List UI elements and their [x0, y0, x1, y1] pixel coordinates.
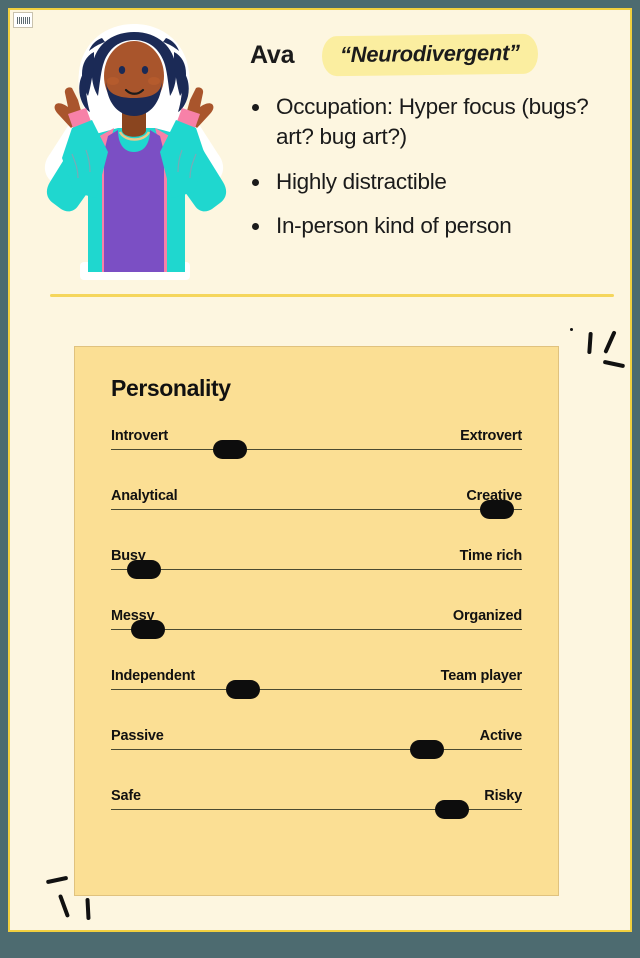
name-row: Ava “Neurodivergent” — [250, 33, 539, 77]
persona-name: Ava — [250, 40, 295, 69]
slider-labels: Independent Team player — [111, 668, 522, 689]
slider-right-label: Active — [479, 728, 523, 744]
card-title: Personality — [111, 375, 231, 401]
slider-thumb[interactable] — [410, 740, 445, 759]
slider-labels: Busy Time rich — [111, 548, 522, 569]
slider-messy-organized[interactable]: Messy Organized — [111, 608, 522, 668]
slider-track[interactable] — [111, 800, 522, 819]
slider-thumb[interactable] — [435, 800, 470, 819]
slider-labels: Analytical Creative — [111, 488, 522, 509]
slider-analytical-creative[interactable]: Analytical Creative — [111, 488, 522, 548]
slider-left-label: Introvert — [111, 428, 169, 444]
slider-labels: Introvert Extrovert — [111, 428, 522, 449]
slider-right-label: Team player — [440, 668, 523, 684]
slider-right-label: Extrovert — [460, 428, 522, 444]
slider-track[interactable] — [111, 740, 522, 759]
slider-labels: Messy Organized — [111, 608, 522, 629]
stamp-bars-icon — [16, 16, 30, 24]
persona-header: Ava “Neurodivergent” Occupation: Hyper f… — [10, 10, 630, 292]
slider-track[interactable] — [111, 680, 522, 699]
slider-thumb[interactable] — [480, 500, 515, 519]
slider-track[interactable] — [111, 440, 522, 459]
personality-card: Personality Introvert Extrovert Analytic… — [74, 346, 559, 896]
slider-thumb[interactable] — [126, 560, 161, 579]
slider-left-label: Safe — [111, 788, 141, 804]
slider-labels: Passive Active — [111, 728, 522, 749]
slider-left-label: Analytical — [111, 488, 178, 504]
avatar — [42, 18, 227, 283]
trait-item: Highly distractible — [246, 167, 618, 197]
sparkle-decoration-top-right — [550, 322, 626, 377]
slider-right-label: Risky — [484, 788, 522, 804]
slider-busy-time-rich[interactable]: Busy Time rich — [111, 548, 522, 608]
slider-left-label: Independent — [111, 668, 195, 684]
slider-right-label: Organized — [452, 608, 522, 624]
slider-track[interactable] — [111, 560, 522, 579]
trait-list: Occupation: Hyper focus (bugs? art? bug … — [246, 92, 618, 256]
slider-thumb[interactable] — [130, 620, 165, 639]
slider-thumb[interactable] — [213, 440, 248, 459]
slider-safe-risky[interactable]: Safe Risky — [111, 788, 522, 848]
slider-introvert-extrovert[interactable]: Introvert Extrovert — [111, 428, 522, 488]
trait-item: Occupation: Hyper focus (bugs? art? bug … — [246, 92, 618, 153]
slider-thumb[interactable] — [225, 680, 260, 699]
slider-left-label: Passive — [111, 728, 164, 744]
slider-independent-team-player[interactable]: Independent Team player — [111, 668, 522, 728]
slider-track[interactable] — [111, 620, 522, 639]
persona-page: Ava “Neurodivergent” Occupation: Hyper f… — [8, 8, 632, 932]
stamp-icon — [13, 12, 33, 28]
slider-passive-active[interactable]: Passive Active — [111, 728, 522, 788]
slider-right-label: Time rich — [459, 548, 523, 564]
section-divider — [50, 294, 614, 297]
slider-track[interactable] — [111, 500, 522, 519]
trait-item: In-person kind of person — [246, 211, 618, 241]
persona-quote-badge: “Neurodivergent” — [322, 33, 539, 77]
